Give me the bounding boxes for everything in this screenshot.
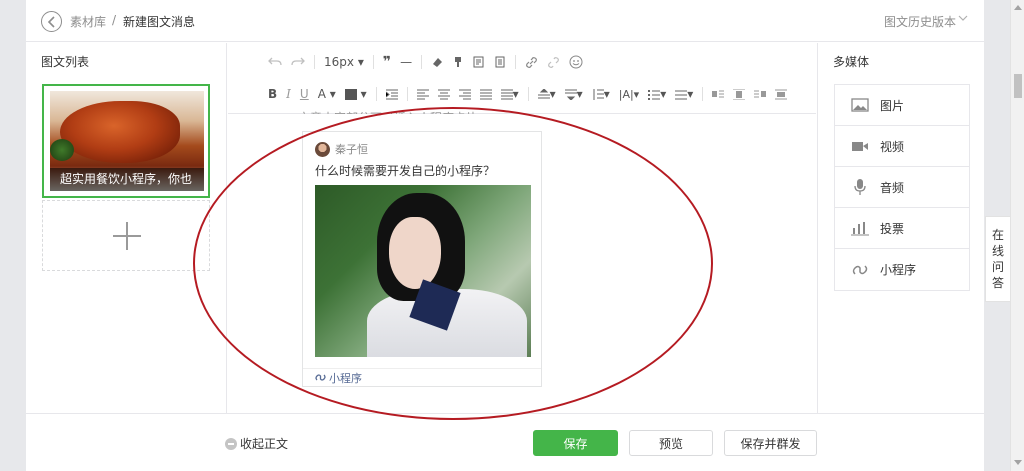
undo-icon[interactable] [268,57,282,67]
ordered-list-dropdown[interactable]: ▾ [648,87,666,101]
breadcrumb-current: 新建图文消息 [123,15,196,29]
insert-template-icon[interactable] [473,56,485,68]
bottom-action-bar: 收起正文 保存 预览 保存并群发 [26,413,984,471]
float-right-icon[interactable] [754,89,767,100]
top-bar: 素材库 / 新建图文消息 图文历史版本 [26,0,984,42]
mini-program-icon [852,264,868,275]
editor-page: 素材库 / 新建图文消息 图文历史版本 图文列表 超实用餐饮小程序，你也 16p… [26,0,984,471]
scroll-thumb[interactable] [1014,74,1022,98]
multimedia-list: 图片 视频 音频 投票 小程序 [834,84,970,291]
letter-spacing-dropdown[interactable]: |A|▾ [619,88,639,101]
toolbar-row-1: 16px ▾ ❞ — [268,52,592,72]
unordered-list-dropdown[interactable]: ▾ [675,87,693,101]
media-item-mini-program[interactable]: 小程序 [835,249,969,290]
redo-icon[interactable] [291,57,305,67]
author-name: 秦子恒 [335,143,368,156]
media-item-label: 图片 [880,98,905,113]
chevron-down-icon[interactable] [958,14,968,22]
multimedia-title: 多媒体 [833,55,870,69]
qa-tab-char: 线 [991,244,1004,258]
mini-program-cover-photo [315,185,531,357]
emoji-icon[interactable] [569,55,583,69]
media-item-label: 小程序 [880,263,917,277]
format-painter-icon[interactable] [452,56,464,68]
font-color-button[interactable]: A ▾ [318,87,336,101]
video-icon [852,142,868,151]
background-color-button[interactable]: ▾ [344,87,367,101]
image-icon [851,98,869,112]
text-indent-dropdown[interactable]: ▾ [500,87,519,101]
media-item-vote[interactable]: 投票 [835,208,969,249]
history-versions-link[interactable]: 图文历史版本 [884,13,956,30]
align-justify-icon[interactable] [479,89,492,100]
eraser-icon[interactable] [431,56,443,68]
horizontal-rule-icon[interactable]: — [400,55,412,69]
align-left-icon[interactable] [416,89,429,100]
preview-button[interactable]: 预览 [629,430,713,456]
media-item-label: 投票 [880,221,905,236]
font-size-select[interactable]: 16px ▾ [324,55,364,69]
toolbar-row-2: B I U A ▾ ▾ ▾ ▾ ▾ ▾ |A|▾ ▾ ▾ [268,84,796,104]
online-qa-tab[interactable]: 在 线 问 答 [985,216,1010,302]
scroll-down-icon[interactable] [1014,460,1022,466]
spacing-after-dropdown[interactable]: ▾ [564,87,583,101]
author-avatar [315,141,330,157]
qa-tab-char: 答 [991,276,1004,290]
underline-button[interactable]: U [300,87,309,101]
qa-tab-char: 在 [991,228,1004,242]
document-icon[interactable] [494,56,506,68]
font-size-value: 16px [324,55,354,69]
partial-body-text: 文章内容部分可以插入小程序卡片 [298,109,478,114]
font-color-label: A [317,87,326,101]
italic-button[interactable]: I [286,87,291,101]
mini-program-author: 秦子恒 [315,141,368,157]
bar-chart-icon [851,222,869,236]
float-none-icon[interactable] [733,88,746,100]
media-item-label: 音频 [880,180,905,195]
collapse-icon [225,437,237,450]
breadcrumb-separator: / [112,13,117,27]
collapse-body-toggle[interactable]: 收起正文 [225,435,288,452]
mini-program-card[interactable]: 秦子恒 什么时候需要开发自己的小程序？ 小程序 [302,131,542,387]
bold-button[interactable]: B [268,87,277,101]
qa-tab-char: 问 [991,260,1004,274]
article-cover-image: 超实用餐饮小程序，你也 [50,91,204,191]
collapse-label: 收起正文 [240,437,289,451]
article-list-panel: 图文列表 超实用餐饮小程序，你也 [26,43,227,413]
mini-program-footer-label: 小程序 [329,371,362,385]
unlink-icon[interactable] [547,56,560,69]
multimedia-panel: 多媒体 图片 视频 音频 投票 小程序 [817,43,984,413]
save-button[interactable]: 保存 [533,430,618,456]
media-item-video[interactable]: 视频 [835,126,969,167]
spacing-before-dropdown[interactable]: ▾ [537,87,556,101]
add-article-button[interactable] [42,200,210,271]
mini-program-footer: 小程序 [303,368,541,386]
link-icon[interactable] [525,56,538,69]
scroll-up-icon[interactable] [1014,4,1022,10]
mini-program-icon [315,374,326,381]
indent-icon[interactable] [385,89,398,100]
page-scrollbar[interactable] [1010,0,1024,471]
mini-program-title: 什么时候需要开发自己的小程序？ [315,164,496,178]
image-center-icon[interactable] [775,89,788,100]
microphone-icon [854,179,866,195]
article-list-title: 图文列表 [41,55,90,69]
line-height-dropdown[interactable]: ▾ [592,87,610,101]
align-right-icon[interactable] [458,89,471,100]
article-cover-title: 超实用餐饮小程序，你也 [50,168,204,191]
article-item-selected[interactable]: 超实用餐饮小程序，你也 [42,84,210,198]
back-icon[interactable] [41,11,62,32]
editor-area[interactable]: 16px ▾ ❞ — B I U A ▾ ▾ ▾ ▾ ▾ ▾ |A|▾ ▾ ▾ … [228,43,816,413]
media-item-label: 视频 [880,139,905,154]
blockquote-icon[interactable]: ❞ [383,54,391,70]
align-center-icon[interactable] [437,89,450,100]
media-item-audio[interactable]: 音频 [835,167,969,208]
save-and-publish-button[interactable]: 保存并群发 [724,430,817,456]
breadcrumb-parent[interactable]: 素材库 [70,13,106,30]
float-left-icon[interactable] [712,89,725,100]
media-item-image[interactable]: 图片 [835,85,969,126]
